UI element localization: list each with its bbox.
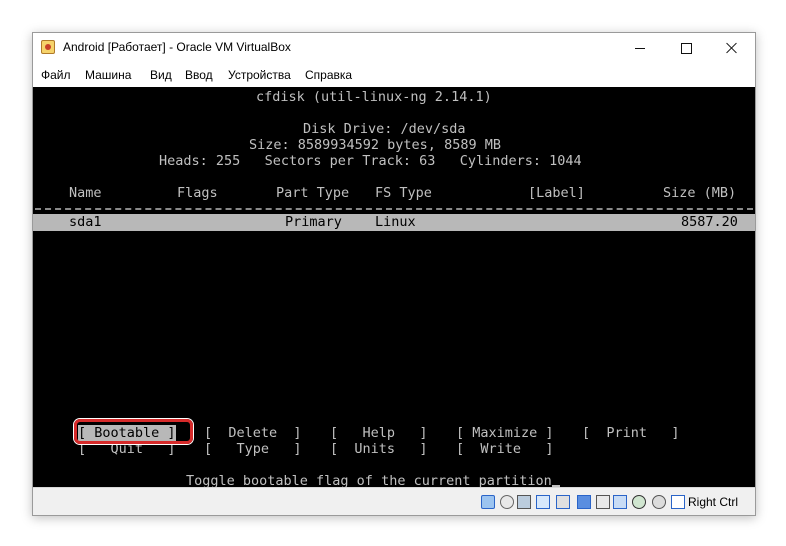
column-header-size: Size (MB) [663, 185, 737, 201]
shared-folders-icon[interactable] [536, 495, 550, 509]
maximize-command[interactable]: [ Maximize ] [456, 425, 554, 441]
network-adapter-icon[interactable] [613, 495, 627, 509]
minimize-button[interactable] [617, 33, 663, 63]
column-header-part-type: Part Type [276, 185, 350, 201]
menu-item-input[interactable]: Ввод [185, 68, 213, 82]
type-command[interactable]: [ Type ] [204, 441, 302, 457]
close-button[interactable] [709, 33, 755, 63]
display-icon[interactable] [577, 495, 591, 509]
host-key-label: Right Ctrl [688, 495, 739, 509]
virtualbox-window: Android [Работает] - Oracle VM VirtualBo… [32, 32, 756, 516]
network-icon[interactable] [556, 495, 570, 509]
menu-item-devices[interactable]: Устройства [228, 68, 291, 82]
close-icon [726, 42, 738, 54]
partition-size: 8587.20 [681, 214, 738, 230]
column-header-name: Name [69, 185, 102, 201]
header-separator [35, 208, 753, 210]
usb-icon[interactable] [517, 495, 531, 509]
cpu-icon[interactable] [632, 495, 646, 509]
bootable-highlight-outline [74, 419, 193, 444]
cfdisk-header: cfdisk (util-linux-ng 2.14.1) [256, 89, 492, 105]
menu-item-file[interactable]: Файл [41, 68, 71, 82]
mouse-integration-icon[interactable] [652, 495, 666, 509]
menu-bar: Файл Машина Вид Ввод Устройства Справка [33, 63, 755, 87]
partition-part-type: Primary [285, 214, 342, 230]
maximize-button[interactable] [663, 33, 709, 63]
column-header-flags: Flags [177, 185, 218, 201]
keyboard-icon[interactable] [671, 495, 685, 509]
print-command[interactable]: [ Print ] [582, 425, 680, 441]
video-capture-icon[interactable] [596, 495, 610, 509]
help-command[interactable]: [ Help ] [330, 425, 428, 441]
maximize-icon [680, 42, 692, 54]
disk-geometry-line: Heads: 255 Sectors per Track: 63 Cylinde… [159, 153, 582, 169]
column-header-fs-type: FS Type [375, 185, 432, 201]
virtualbox-app-icon [41, 40, 55, 54]
write-command[interactable]: [ Write ] [456, 441, 554, 457]
title-bar[interactable]: Android [Работает] - Oracle VM VirtualBo… [33, 33, 755, 63]
disk-drive-line: Disk Drive: /dev/sda [303, 121, 466, 137]
menu-item-help[interactable]: Справка [305, 68, 352, 82]
partition-name: sda1 [69, 214, 102, 230]
menu-item-view[interactable]: Вид [150, 68, 172, 82]
minimize-icon [635, 47, 645, 49]
status-bar: Right Ctrl [33, 487, 755, 515]
disk-size-line: Size: 8589934592 bytes, 8589 MB [249, 137, 501, 153]
optical-drive-icon[interactable] [500, 495, 514, 509]
hard-disk-icon[interactable] [481, 495, 495, 509]
units-command[interactable]: [ Units ] [330, 441, 428, 457]
menu-item-machine[interactable]: Машина [85, 68, 131, 82]
partition-fs-type: Linux [375, 214, 416, 230]
column-header-label: [Label] [528, 185, 585, 201]
delete-command[interactable]: [ Delete ] [204, 425, 302, 441]
partition-row-selected[interactable]: sda1 Primary Linux 8587.20 [33, 214, 755, 231]
window-title: Android [Работает] - Oracle VM VirtualBo… [63, 40, 291, 54]
vm-console-screen[interactable]: cfdisk (util-linux-ng 2.14.1) Disk Drive… [33, 87, 755, 489]
